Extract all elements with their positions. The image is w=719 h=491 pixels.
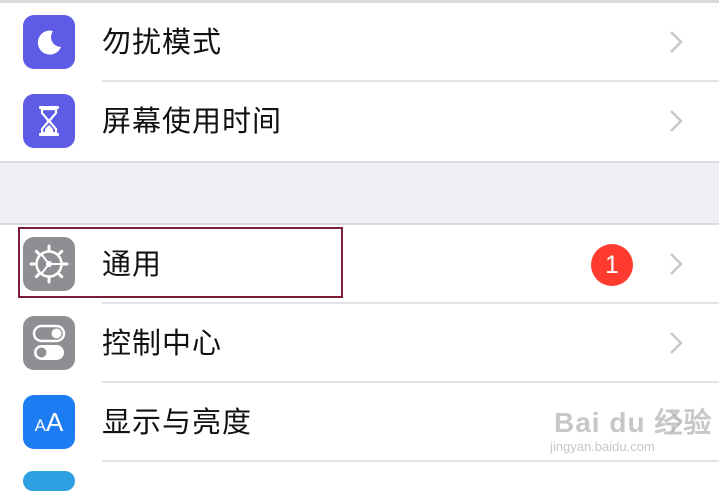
- settings-row-label: 显示与亮度: [102, 405, 253, 439]
- settings-row-label: 勿扰模式: [102, 25, 223, 59]
- settings-row-label: 通用: [102, 247, 163, 281]
- settings-row-screen-time[interactable]: 屏幕使用时间: [0, 82, 719, 161]
- notification-badge: 1: [591, 244, 633, 286]
- moon-icon: [23, 15, 75, 69]
- settings-row-display-brightness[interactable]: AA 显示与亮度: [0, 383, 719, 462]
- chevron-right-icon: [670, 332, 683, 354]
- section-spacer: [0, 161, 719, 225]
- text-size-icon: AA: [23, 395, 75, 449]
- chevron-right-icon: [670, 253, 683, 275]
- chevron-right-icon: [670, 31, 683, 53]
- hourglass-icon: [23, 94, 75, 148]
- settings-row-control-center[interactable]: 控制中心: [0, 304, 719, 383]
- chevron-right-icon: [670, 411, 683, 433]
- toggle-switches-icon: [23, 316, 75, 370]
- gear-icon: [23, 237, 75, 291]
- chevron-right-icon: [670, 110, 683, 132]
- settings-row-label: 屏幕使用时间: [102, 104, 283, 138]
- settings-row-label: 控制中心: [102, 326, 223, 360]
- settings-row-general[interactable]: 通用 1: [0, 225, 719, 304]
- settings-group-2: 通用 1 控制中心 AA 显示与亮度: [0, 225, 719, 479]
- partial-next-row-icon[interactable]: [23, 471, 75, 491]
- settings-group-1: 勿扰模式 屏幕使用时间: [0, 3, 719, 161]
- row-divider: [102, 460, 719, 462]
- settings-row-do-not-disturb[interactable]: 勿扰模式: [0, 3, 719, 82]
